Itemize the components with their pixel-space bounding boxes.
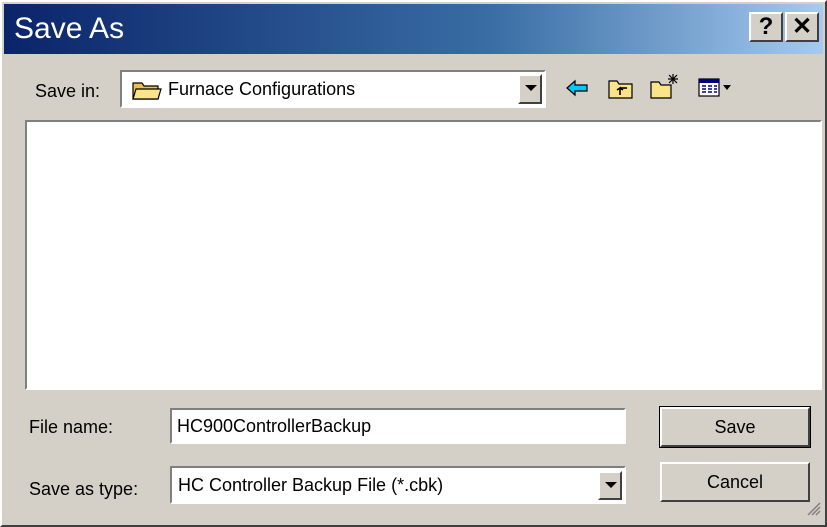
save-as-dialog: Save As ? ✕ Save in: Furnace Configurati… (0, 0, 827, 527)
file-list[interactable] (25, 120, 822, 390)
view-menu-icon[interactable] (698, 78, 734, 103)
file-name-field[interactable]: HC900ControllerBackup (170, 408, 626, 444)
close-button[interactable]: ✕ (785, 12, 819, 42)
save-button[interactable]: Save (659, 406, 811, 448)
save-in-combo[interactable]: Furnace Configurations (120, 70, 546, 108)
back-arrow-icon[interactable] (565, 78, 589, 103)
file-name-value: HC900ControllerBackup (177, 416, 372, 436)
resize-grip-icon[interactable] (805, 500, 821, 521)
save-as-type-value: HC Controller Backup File (*.cbk) (178, 475, 444, 495)
save-as-type-label: Save as type: (29, 479, 139, 499)
cancel-button[interactable]: Cancel (660, 462, 810, 502)
file-name-label: File name: (29, 417, 114, 437)
save-as-type-combo[interactable]: HC Controller Backup File (*.cbk) (170, 466, 626, 504)
chevron-down-icon (605, 482, 617, 488)
save-in-dropdown-button[interactable] (518, 74, 542, 104)
chevron-down-icon (525, 85, 537, 91)
new-folder-icon[interactable] (649, 72, 681, 105)
save-as-type-dropdown-button[interactable] (598, 471, 622, 500)
title-bar[interactable]: Save As ? ✕ (4, 4, 823, 54)
save-in-value: Furnace Configurations (168, 79, 356, 99)
help-button[interactable]: ? (749, 12, 783, 42)
folder-icon (132, 79, 162, 106)
save-in-label: Save in: (35, 81, 101, 101)
window-title: Save As (14, 12, 125, 45)
up-folder-icon[interactable] (607, 76, 635, 105)
